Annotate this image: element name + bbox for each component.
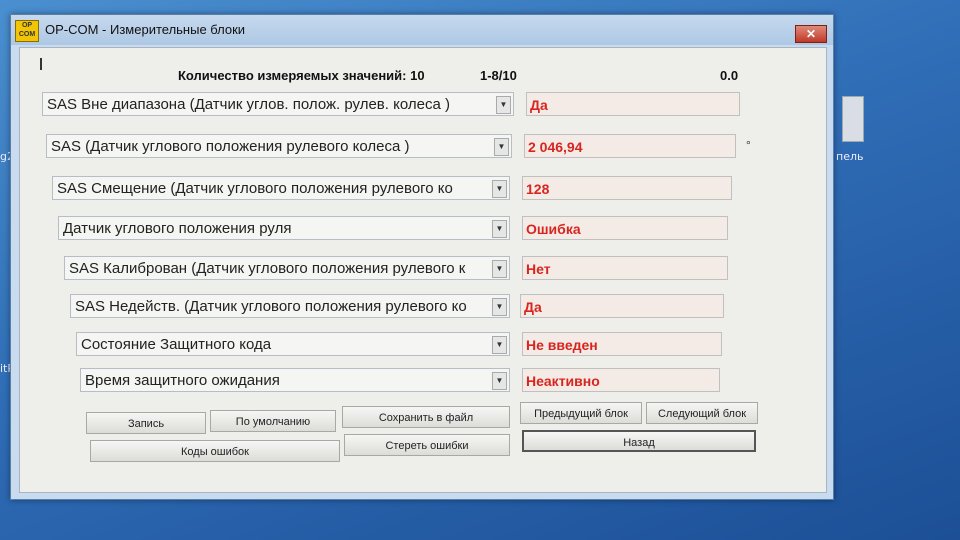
record-button[interactable]: Запись — [86, 412, 206, 434]
measuring-blocks-panel: Количество измеряемых значений: 10 1-8/1… — [19, 47, 827, 493]
default-button[interactable]: По умолчанию — [210, 410, 336, 432]
chevron-down-icon[interactable]: ▼ — [492, 336, 507, 354]
parameter-name: SAS (Датчик углового положения рулевого … — [51, 138, 410, 155]
parameter-select[interactable]: Время защитного ожидания ▼ — [80, 368, 510, 392]
measured-values-count: Количество измеряемых значений: 10 — [178, 68, 425, 83]
clear-errors-button[interactable]: Стереть ошибки — [344, 434, 510, 456]
parameter-name: SAS Калиброван (Датчик углового положени… — [69, 260, 466, 277]
save-file-button[interactable]: Сохранить в файл — [342, 406, 510, 428]
chevron-down-icon[interactable]: ▼ — [492, 220, 507, 238]
desktop-icon[interactable] — [842, 96, 864, 142]
window-title: OP-COM - Измерительные блоки — [45, 22, 246, 37]
unit-label: ° — [746, 138, 751, 152]
parameter-value: Ошибка — [522, 216, 728, 240]
parameter-value: Нет — [522, 256, 728, 280]
chevron-down-icon[interactable]: ▼ — [492, 180, 507, 198]
chevron-down-icon[interactable]: ▼ — [492, 298, 507, 316]
close-button[interactable]: ✕ — [795, 25, 827, 43]
chevron-down-icon[interactable]: ▼ — [496, 96, 511, 114]
time-readout: 0.0 — [720, 68, 739, 83]
parameter-select[interactable]: Датчик углового положения руля ▼ — [58, 216, 510, 240]
parameter-value: Неактивно — [522, 368, 720, 392]
chevron-down-icon[interactable]: ▼ — [492, 260, 507, 278]
parameter-name: SAS Недейств. (Датчик углового положения… — [75, 298, 467, 315]
text-cursor — [40, 58, 42, 70]
back-button[interactable]: Назад — [522, 430, 756, 452]
next-block-button[interactable]: Следующий блок — [646, 402, 758, 424]
parameter-name: Датчик углового положения руля — [63, 220, 292, 237]
desktop-icon-label: пель — [836, 150, 864, 163]
parameter-select[interactable]: SAS Вне диапазона (Датчик углов. полож. … — [42, 92, 514, 116]
parameter-select[interactable]: Состояние Защитного кода ▼ — [76, 332, 510, 356]
chevron-down-icon[interactable]: ▼ — [492, 372, 507, 390]
parameter-value: Да — [526, 92, 740, 116]
prev-block-button[interactable]: Предыдущий блок — [520, 402, 642, 424]
page-indicator: 1-8/10 — [480, 68, 517, 83]
parameter-name: SAS Вне диапазона (Датчик углов. полож. … — [47, 96, 450, 113]
parameter-value: Да — [520, 294, 724, 318]
parameter-value: Не введен — [522, 332, 722, 356]
parameter-name: SAS Смещение (Датчик углового положения … — [57, 180, 453, 197]
opcom-window: OP COM OP-COM - Измерительные блоки ✕ Ко… — [10, 14, 834, 500]
parameter-select[interactable]: SAS Недейств. (Датчик углового положения… — [70, 294, 510, 318]
chevron-down-icon[interactable]: ▼ — [494, 138, 509, 156]
parameter-name: Состояние Защитного кода — [81, 336, 272, 353]
parameter-select[interactable]: SAS Калиброван (Датчик углового положени… — [64, 256, 510, 280]
parameter-name: Время защитного ожидания — [85, 372, 280, 389]
error-codes-button[interactable]: Коды ошибок — [90, 440, 340, 462]
opcom-app-icon: OP COM — [15, 20, 39, 42]
parameter-value: 2 046,94 — [524, 134, 736, 158]
title-bar[interactable]: OP COM OP-COM - Измерительные блоки ✕ — [11, 15, 833, 45]
parameter-select[interactable]: SAS (Датчик углового положения рулевого … — [46, 134, 512, 158]
parameter-value: 128 — [522, 176, 732, 200]
parameter-select[interactable]: SAS Смещение (Датчик углового положения … — [52, 176, 510, 200]
